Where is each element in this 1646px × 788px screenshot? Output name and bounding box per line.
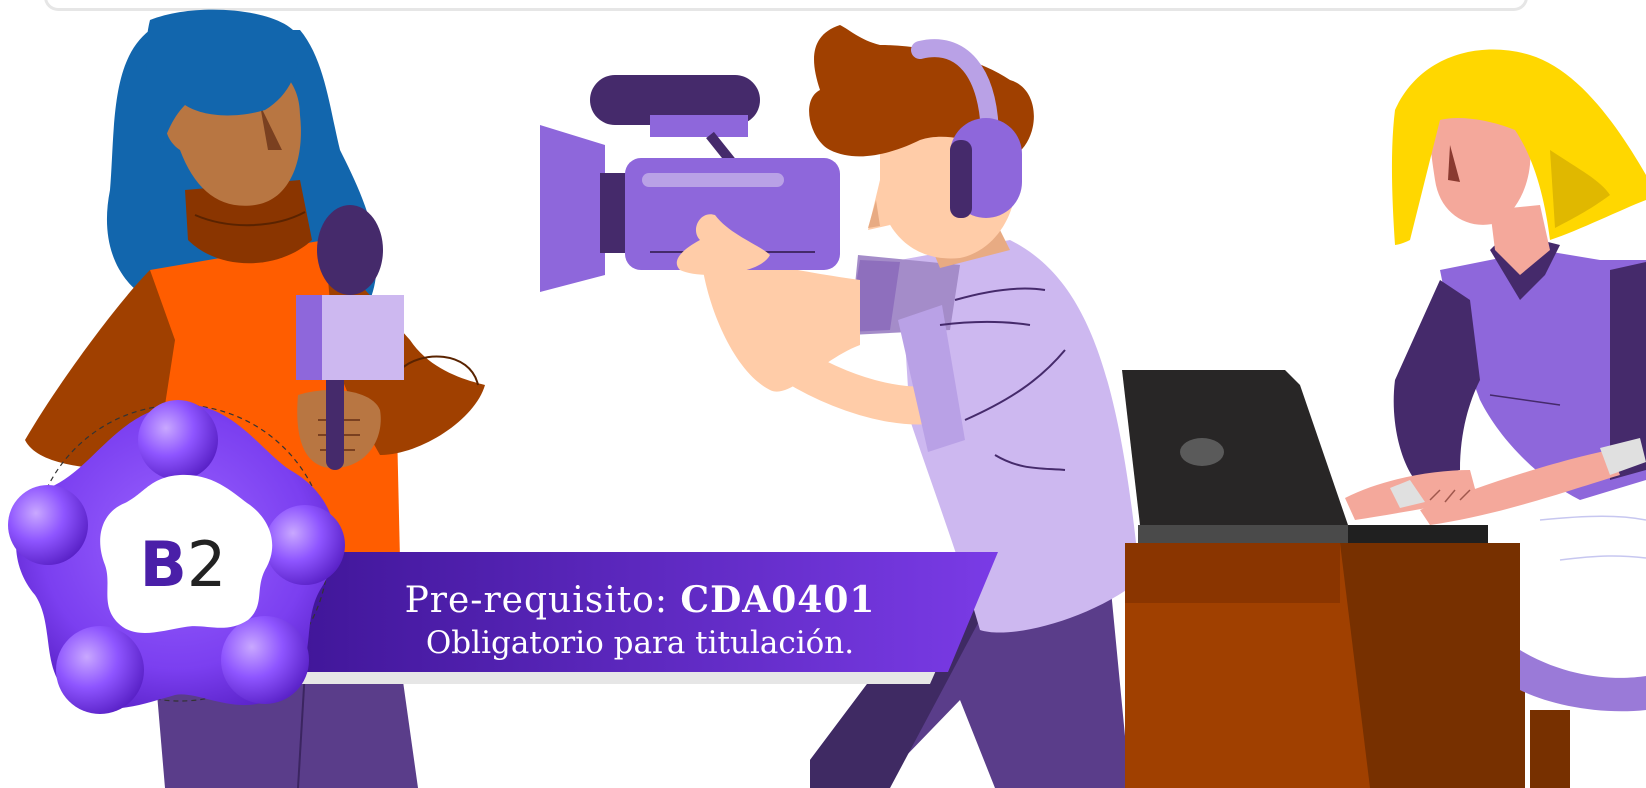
banner-text: Pre-requisito: CDA0401 Obligatorio para … [300,560,980,680]
video-camera-icon [540,75,840,292]
prerequisite-line: Pre-requisito: CDA0401 [405,578,876,623]
level-number: 2 [186,528,227,601]
desk [1125,543,1525,788]
prerequisite-prefix: Pre-requisito: [404,579,681,621]
level-letter: B [139,528,187,601]
course-banner-illustration: Pre-requisito: CDA0401 Obligatorio para … [0,0,1646,788]
graduation-note: Obligatorio para titulación. [425,624,855,661]
level-badge-label: B2 [128,530,238,600]
prerequisite-code: CDA0401 [680,578,876,621]
